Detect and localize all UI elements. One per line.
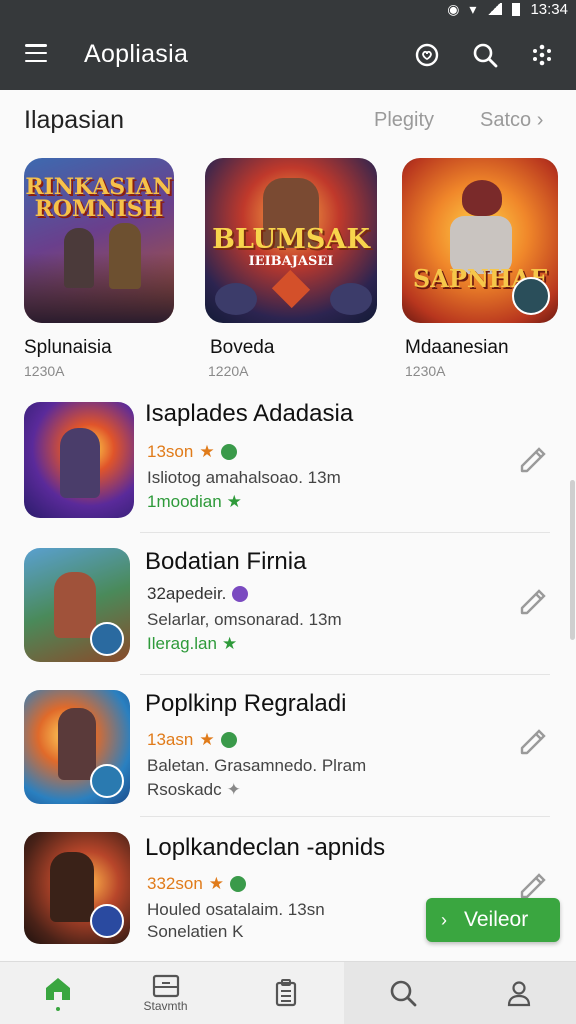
badge-icon	[90, 764, 124, 798]
rating-row: 13son ★	[147, 442, 237, 462]
top-app-bar: ◉ ▾ 13:34 Aopliasia	[0, 0, 576, 90]
battery-icon	[512, 2, 521, 16]
filter-chip-1[interactable]: Plegity	[374, 109, 434, 132]
item-title: Isaplades Adadasia	[145, 400, 354, 427]
home-icon	[45, 978, 70, 1000]
featured-name: Splunaisia	[24, 337, 112, 358]
featured-name: Boveda	[210, 337, 275, 358]
menu-icon[interactable]	[25, 44, 47, 62]
badge-icon	[90, 904, 124, 938]
star-icon: ★	[199, 442, 215, 461]
profile-icon	[507, 981, 531, 1007]
status-time: 13:34	[530, 0, 568, 18]
star-icon: ★	[199, 730, 215, 749]
game-art-title: RINKASIAN ROMNISH	[25, 174, 173, 222]
list-item[interactable]: Loplkandeclan -apnids 332son ★ Houled osa…	[0, 824, 576, 966]
nav-home[interactable]	[0, 962, 115, 1024]
more-options-icon[interactable]	[527, 40, 557, 70]
status-bar: ◉ ▾ 13:34	[447, 0, 568, 18]
game-thumbnail	[24, 548, 130, 662]
star-icon: ★	[221, 634, 238, 653]
divider	[140, 816, 550, 817]
favorite-icon[interactable]	[412, 40, 442, 70]
rating-row: 32apedeir.	[147, 584, 249, 604]
badge-icon	[512, 277, 550, 315]
divider	[140, 532, 550, 533]
wifi-icon: ▾	[469, 0, 477, 17]
item-description: Baletan. Grasamnedo. Plram	[147, 756, 367, 775]
verified-icon	[232, 586, 249, 602]
clipboard-icon	[275, 979, 296, 1007]
featured-card[interactable]: RINKASIAN ROMNISH Splunaisia 1230A	[24, 158, 174, 379]
game-thumbnail	[24, 832, 130, 944]
game-art: SAPNHAF	[402, 158, 558, 323]
item-description: Isliotog amahalsoao. 13m	[147, 468, 341, 487]
active-indicator	[55, 1007, 60, 1011]
chevron-right-icon: ›	[441, 909, 447, 930]
verified-icon	[220, 444, 237, 460]
cell-signal-icon	[486, 3, 503, 15]
notification-icon: ◉	[447, 0, 460, 17]
list-item[interactable]: Poplkinp Regraladi 13asn ★ Baletan. Grasa…	[0, 682, 576, 824]
star-icon: ★	[208, 874, 225, 893]
game-art: BLUMSAK IEIBAJASEI	[205, 158, 377, 323]
edit-icon[interactable]	[516, 584, 548, 616]
nav-search[interactable]	[344, 962, 462, 1024]
bottom-navigation: Stavmth	[0, 961, 576, 1024]
item-title: Bodatian Firnia	[145, 548, 307, 575]
item-description: Selarlar, omsonarad. 13m	[147, 610, 342, 629]
star-icon: ★	[226, 492, 242, 511]
item-title: Loplkandeclan -apnids	[145, 834, 386, 861]
primary-action-label: Veileor	[464, 908, 529, 931]
edit-icon[interactable]	[516, 868, 548, 900]
search-icon[interactable]	[470, 40, 500, 70]
badge-icon	[90, 622, 124, 656]
featured-name: Mdaanesian	[405, 337, 509, 358]
nav-profile[interactable]	[462, 962, 576, 1024]
rating-row: 332son ★	[147, 874, 247, 894]
item-tag: 1moodian ★	[147, 492, 242, 511]
rating-row: 13asn ★	[147, 730, 237, 750]
edit-icon[interactable]	[516, 724, 548, 756]
game-art-subtitle: IEIBAJASEI	[248, 254, 334, 269]
featured-card[interactable]: BLUMSAK IEIBAJASEI Boveda 1220A	[205, 158, 377, 379]
featured-card[interactable]: SAPNHAF Mdaanesian 1230A	[402, 158, 558, 379]
game-art: RINKASIAN ROMNISH	[24, 158, 174, 323]
game-art-title: BLUMSAK	[212, 224, 370, 255]
divider	[140, 674, 550, 675]
section-title: Ilapasian	[24, 106, 125, 134]
nav-library[interactable]	[228, 962, 343, 1024]
primary-action-button[interactable]: › Veileor	[426, 898, 560, 942]
nav-tab-2-label: Stavmth	[143, 998, 188, 1013]
see-all-link[interactable]: Satco ›	[480, 109, 543, 132]
app-title: Aopliasia	[84, 40, 189, 68]
verified-icon	[220, 732, 237, 748]
featured-subtitle: 1230A	[24, 363, 65, 379]
star-icon: ✦	[226, 780, 241, 799]
search-icon	[390, 980, 417, 1007]
item-tag: Sonelatien K	[147, 922, 244, 941]
nav-tab-2[interactable]: Stavmth	[108, 962, 223, 1024]
inbox-icon	[152, 974, 179, 997]
item-title: Poplkinp Regraladi	[145, 690, 347, 717]
game-thumbnail	[24, 402, 134, 518]
featured-subtitle: 1230A	[405, 363, 446, 379]
edit-icon[interactable]	[516, 442, 548, 474]
featured-subtitle: 1220A	[208, 363, 249, 379]
verified-icon	[230, 876, 247, 892]
game-thumbnail	[24, 690, 130, 804]
item-tag: Rsoskadc ✦	[147, 780, 241, 799]
list-item[interactable]: Bodatian Firnia 32apedeir. Selarlar, oms…	[0, 540, 576, 682]
list-item[interactable]: Isaplades Adadasia 13son ★ Isliotog amaha…	[0, 398, 576, 540]
item-tag: Ilerag.lan ★	[147, 634, 238, 653]
item-description: Houled osatalaim. 13sn	[147, 900, 325, 919]
scrollbar[interactable]	[570, 480, 575, 640]
